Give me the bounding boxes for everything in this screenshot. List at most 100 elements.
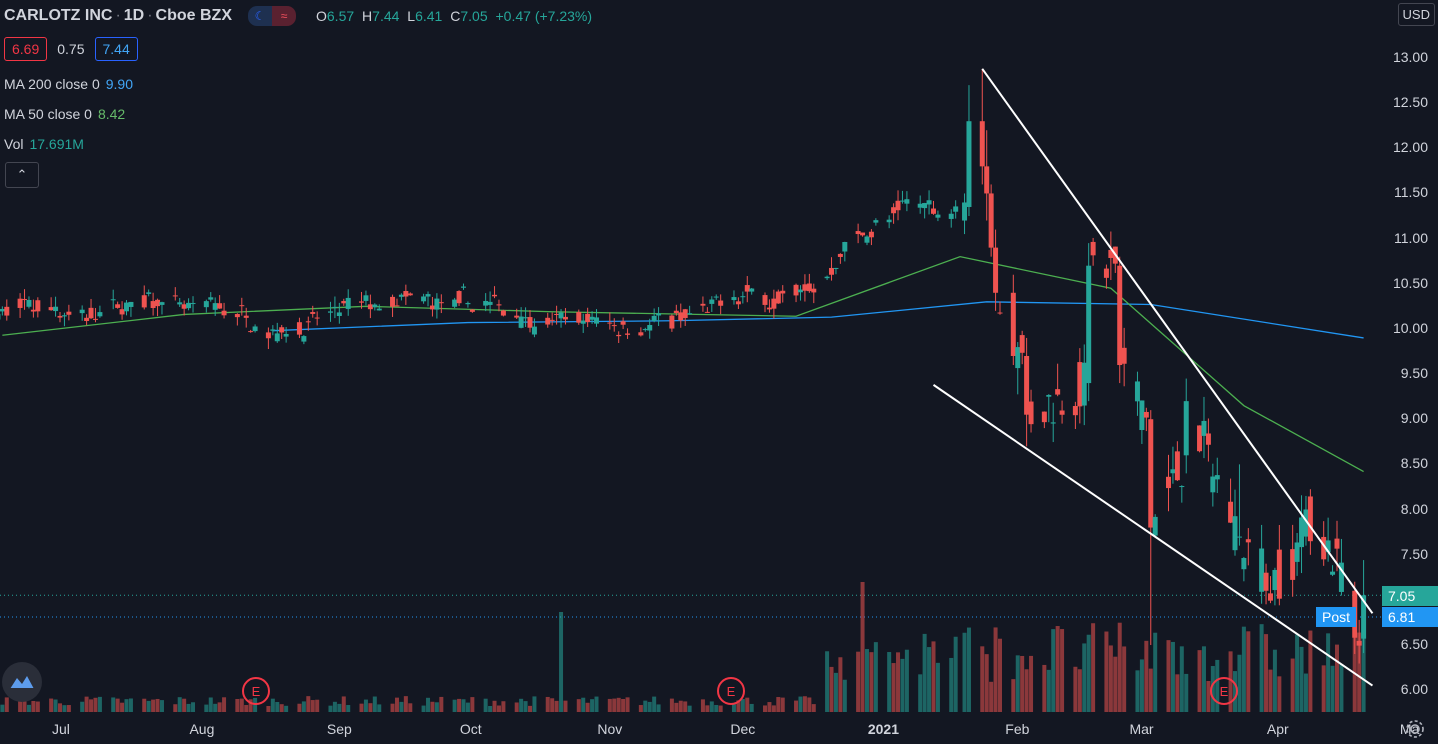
candle-body <box>793 284 799 296</box>
candle-body <box>367 304 373 310</box>
ma50-legend[interactable]: MA 50 close 0 8.42 <box>4 106 125 122</box>
tradingview-logo[interactable] <box>2 662 42 702</box>
volume-bar <box>1175 674 1180 712</box>
earnings-marker[interactable]: E <box>717 677 745 705</box>
close-value: 7.05 <box>460 8 488 24</box>
earnings-marker[interactable]: E <box>242 677 270 705</box>
candle-body <box>1174 451 1180 481</box>
collapse-legend-button[interactable]: ⌃ <box>5 162 39 188</box>
volume-bar <box>896 652 901 712</box>
volume-legend[interactable]: Vol 17.691M <box>4 136 84 152</box>
volume-bar <box>1326 633 1331 712</box>
gear-icon[interactable] <box>1404 718 1426 740</box>
volume-bar <box>1117 622 1122 712</box>
earnings-marker[interactable]: E <box>1210 677 1238 705</box>
candle-body <box>17 298 23 308</box>
candle-body <box>833 267 839 269</box>
price-tick-label: 8.50 <box>1400 455 1428 472</box>
exchange-label[interactable]: Cboe BZX <box>156 7 232 25</box>
volume-bar <box>1122 646 1127 712</box>
volume-bar <box>576 699 581 712</box>
volume-bar <box>97 696 102 712</box>
candle-body <box>1276 549 1282 599</box>
volume-bar <box>244 705 249 712</box>
symbol-name[interactable]: CARLOTZ INC <box>4 7 112 25</box>
candle-body <box>1232 516 1238 551</box>
candle-body <box>704 311 710 313</box>
candle-body <box>88 307 94 319</box>
candle-body <box>332 306 338 308</box>
sell-price-button[interactable]: 6.69 <box>4 37 48 61</box>
time-tick-label: Feb <box>1005 721 1030 737</box>
price-chart[interactable] <box>0 0 1438 744</box>
candle-body <box>868 231 874 238</box>
candle-body <box>771 298 777 309</box>
volume-bar <box>838 657 843 712</box>
interval-label[interactable]: 1D <box>124 7 144 25</box>
candle-body <box>1152 516 1158 536</box>
volume-bar <box>532 696 537 712</box>
volume-bar <box>652 696 657 712</box>
post-market-label: Post <box>1316 607 1356 627</box>
currency-button[interactable]: USD <box>1397 3 1435 26</box>
candle-body <box>48 307 54 311</box>
candle-body <box>527 317 533 328</box>
candle-body <box>66 311 72 315</box>
candle-body <box>124 302 130 312</box>
candle-body <box>1086 265 1092 384</box>
candle-body <box>460 286 466 288</box>
candle-body <box>984 166 990 194</box>
volume-bar <box>208 697 213 712</box>
price-tick-label: 10.50 <box>1392 274 1428 291</box>
price-tick-label: 9.50 <box>1400 365 1428 382</box>
volume-bar <box>1135 670 1140 712</box>
volume-bar <box>745 697 750 712</box>
candle-body <box>403 291 409 297</box>
volume-bar <box>864 649 869 712</box>
volume-bar <box>776 697 781 712</box>
volume-bar <box>1020 655 1025 712</box>
ma50-line <box>2 255 1364 473</box>
candle-body <box>336 312 342 317</box>
volume-bar <box>1184 673 1189 712</box>
candle-body <box>390 296 396 307</box>
wave-icon[interactable]: ≈ <box>272 6 296 26</box>
candle-body <box>979 121 985 167</box>
candle-body <box>1307 496 1313 542</box>
volume-bar <box>80 701 85 712</box>
candle-body <box>141 295 147 308</box>
candle-body <box>84 317 90 322</box>
candle-body <box>115 304 121 308</box>
candle-body <box>434 298 440 310</box>
candle-body <box>678 312 684 321</box>
volume-bar <box>492 700 497 712</box>
time-tick-label: Mar <box>1129 721 1154 737</box>
candle-body <box>469 309 475 312</box>
volume-bar <box>856 651 861 712</box>
session-mode-toggle[interactable]: ☾ ≈ <box>248 6 296 26</box>
volume-bar <box>1011 679 1016 712</box>
candle-body <box>252 326 258 332</box>
volume-bar <box>155 698 160 712</box>
candle-body <box>864 236 870 243</box>
volume-bar <box>1113 656 1118 712</box>
volume-bar <box>337 703 342 712</box>
buy-price-button[interactable]: 7.44 <box>94 37 138 61</box>
chevron-up-icon: ⌃ <box>16 167 28 182</box>
volume-bar <box>186 703 191 712</box>
candle-body <box>744 285 750 292</box>
bid-ask-panel: 6.69 0.75 7.44 <box>4 37 138 61</box>
volume-bar <box>554 700 559 712</box>
candle-body <box>638 332 644 336</box>
volume-bar <box>403 696 408 712</box>
volume-bar <box>120 702 125 712</box>
volume-bar <box>1077 669 1082 712</box>
last-price-tag: 7.05 <box>1382 586 1438 606</box>
ma200-legend[interactable]: MA 200 close 0 9.90 <box>4 76 133 92</box>
volume-bar <box>918 674 923 712</box>
volume-bar <box>949 657 954 712</box>
volume-bar <box>891 663 896 712</box>
candle-body <box>190 303 196 305</box>
moon-icon[interactable]: ☾ <box>248 6 272 26</box>
candle-body <box>1330 571 1336 575</box>
